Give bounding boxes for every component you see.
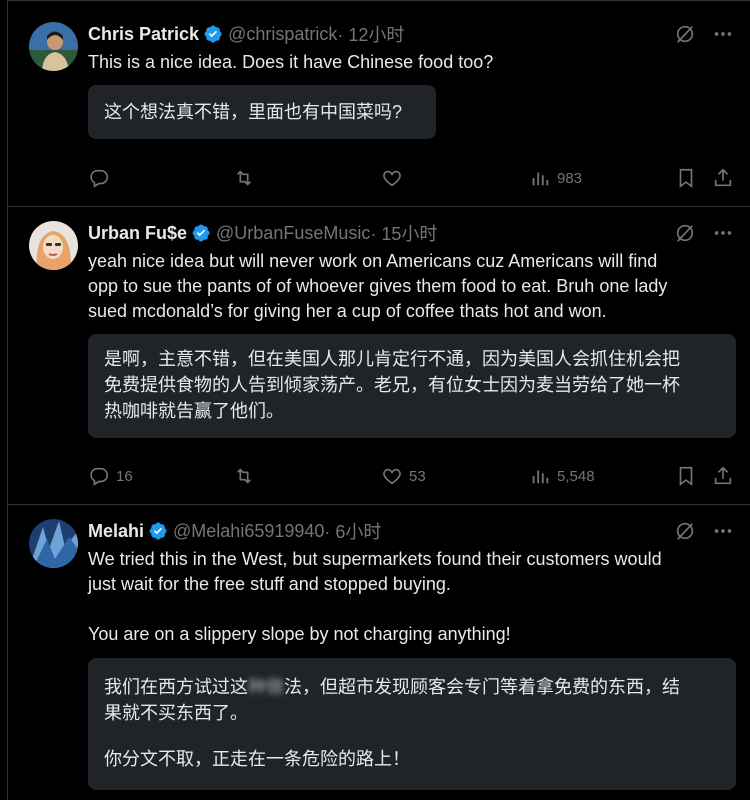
retweet-button[interactable] bbox=[233, 465, 261, 487]
tweet-text-line: You are on a slippery slope by not charg… bbox=[88, 624, 511, 644]
translation-line: 热咖啡就告赢了他们。 bbox=[104, 401, 284, 421]
tweet-actions: 16 53 5,548 bbox=[88, 465, 732, 489]
share-button[interactable] bbox=[712, 167, 734, 189]
views-button[interactable]: 5,548 bbox=[529, 465, 595, 487]
reply-icon bbox=[90, 169, 109, 188]
tweet-header: Melahi @Melahi65919940 · 6小时 bbox=[88, 518, 734, 544]
tweet-header: Chris Patrick @chrispatrick · 12小时 bbox=[88, 21, 734, 47]
translation-line: 免费提供食物的人告到倾家荡产。老兄，有位女士因为麦当劳给了她一杯 bbox=[104, 375, 680, 395]
share-icon bbox=[714, 466, 732, 485]
bookmark-button[interactable] bbox=[675, 465, 697, 487]
view-count: 983 bbox=[557, 169, 583, 187]
display-name[interactable]: Melahi bbox=[88, 521, 144, 542]
translation-line: 你分文不取，正走在一条危险的路上！ bbox=[104, 749, 410, 769]
like-button[interactable]: 53 bbox=[381, 465, 426, 487]
reply-count: 16 bbox=[116, 467, 133, 485]
like-button[interactable] bbox=[381, 167, 409, 189]
avatar[interactable] bbox=[29, 519, 78, 568]
view-count: 5,548 bbox=[557, 467, 595, 485]
translation-box: 这个想法真不错，里面也有中国菜吗? bbox=[88, 85, 436, 139]
tweet-text-line: This is a nice idea. Does it have Chines… bbox=[88, 52, 494, 72]
bookmark-icon bbox=[679, 466, 693, 486]
avatar[interactable] bbox=[29, 221, 78, 270]
views-button[interactable]: 983 bbox=[529, 167, 582, 189]
translation-line: 这个想法真不错，里面也有中国菜吗? bbox=[104, 102, 403, 122]
user-handle[interactable]: @Melahi65919940 bbox=[173, 521, 324, 542]
more-options-icon[interactable] bbox=[712, 23, 734, 45]
tweet-text-line bbox=[88, 597, 732, 622]
tweet-header: Urban Fu$e @UrbanFuseMusic · 15小时 bbox=[88, 220, 734, 246]
translation-box: 我们在西方试过这种做法，但超市发现顾客会专门等着拿免费的东西，结 果就不买东西了… bbox=[88, 658, 736, 790]
grok-icon[interactable] bbox=[674, 222, 696, 244]
reply-icon bbox=[90, 467, 109, 486]
bookmark-icon bbox=[679, 168, 693, 188]
views-chart-icon bbox=[532, 470, 549, 484]
more-options-icon[interactable] bbox=[712, 222, 734, 244]
timestamp[interactable]: · 12小时 bbox=[337, 21, 404, 47]
timestamp[interactable]: · 6小时 bbox=[324, 518, 381, 544]
reply-button[interactable] bbox=[88, 167, 116, 189]
grok-icon[interactable] bbox=[674, 520, 696, 542]
tweet-text-line: sued mcdonald’s for giving her a cup of … bbox=[88, 301, 607, 321]
avatar[interactable] bbox=[29, 22, 78, 71]
share-button[interactable] bbox=[712, 465, 734, 487]
translation-line bbox=[104, 726, 720, 746]
tweet-card[interactable]: Urban Fu$e @UrbanFuseMusic · 15小时 yeah n… bbox=[8, 207, 750, 505]
verified-badge-icon[interactable] bbox=[203, 24, 223, 44]
reply-button[interactable]: 16 bbox=[88, 465, 133, 487]
user-handle[interactable]: @UrbanFuseMusic bbox=[216, 223, 370, 244]
display-name[interactable]: Urban Fu$e bbox=[88, 223, 187, 244]
tweet-text-line: We tried this in the West, but supermark… bbox=[88, 549, 662, 569]
translation-line: 果就不买东西了。 bbox=[104, 703, 248, 723]
tweet-text: yeah nice idea but will never work on Am… bbox=[88, 249, 732, 324]
views-chart-icon bbox=[532, 172, 549, 186]
grok-icon[interactable] bbox=[674, 23, 696, 45]
heart-icon bbox=[383, 170, 401, 187]
tweet-card[interactable]: Melahi @Melahi65919940 · 6小时 We tried th… bbox=[8, 505, 750, 800]
retweet-icon bbox=[236, 170, 252, 186]
like-count: 53 bbox=[409, 467, 426, 485]
bookmark-button[interactable] bbox=[675, 167, 697, 189]
retweet-button[interactable] bbox=[233, 167, 261, 189]
display-name[interactable]: Chris Patrick bbox=[88, 24, 199, 45]
user-handle[interactable]: @chrispatrick bbox=[228, 24, 337, 45]
tweet-text: We tried this in the West, but supermark… bbox=[88, 547, 732, 647]
tweet-text: This is a nice idea. Does it have Chines… bbox=[88, 50, 732, 75]
tweet-actions: 983 bbox=[88, 167, 732, 191]
more-options-icon[interactable] bbox=[712, 520, 734, 542]
verified-badge-icon[interactable] bbox=[148, 521, 168, 541]
retweet-icon bbox=[236, 468, 252, 484]
share-icon bbox=[714, 168, 732, 187]
verified-badge-icon[interactable] bbox=[191, 223, 211, 243]
heart-icon bbox=[383, 468, 401, 485]
tweet-card[interactable]: Chris Patrick @chrispatrick · 12小时 This … bbox=[8, 8, 750, 207]
tweet-text-line: yeah nice idea but will never work on Am… bbox=[88, 251, 658, 271]
translation-line: 我们在西方试过这种做法，但超市发现顾客会专门等着拿免费的东西，结 bbox=[104, 677, 680, 697]
timestamp[interactable]: · 15小时 bbox=[370, 220, 437, 246]
translation-line: 是啊，主意不错，但在美国人那儿肯定行不通，因为美国人会抓住机会把 bbox=[104, 349, 680, 369]
tweet-text-line: opp to sue the pants of of whoever gives… bbox=[88, 276, 668, 296]
translation-box: 是啊，主意不错，但在美国人那儿肯定行不通，因为美国人会抓住机会把 免费提供食物的… bbox=[88, 334, 736, 438]
tweet-text-line: just wait for the free stuff and stopped… bbox=[88, 574, 451, 594]
blurred-text: 种做 bbox=[248, 677, 284, 697]
